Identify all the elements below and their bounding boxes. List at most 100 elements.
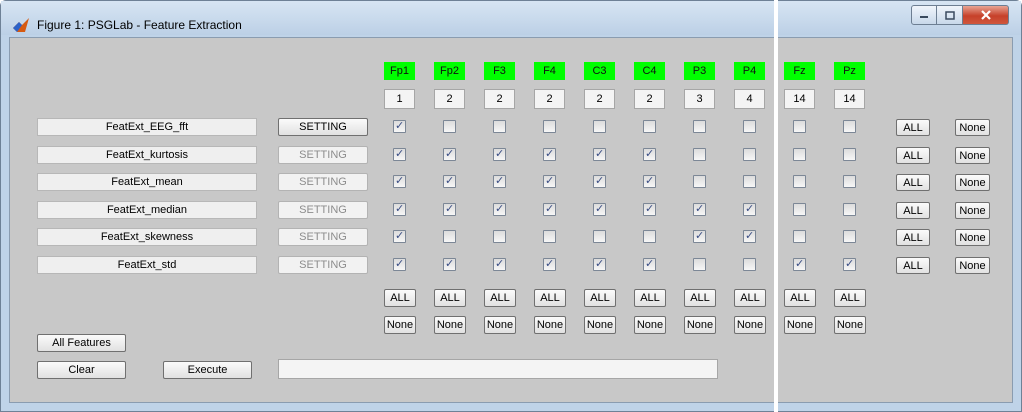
checkbox-r4-p4[interactable] (743, 229, 756, 243)
column-none-button-c4[interactable]: None (634, 316, 666, 334)
column-all-button-f3[interactable]: ALL (484, 289, 516, 307)
checkbox-r1-c4[interactable] (643, 147, 656, 161)
checkbox-r2-f4[interactable] (543, 174, 556, 188)
column-all-button-p4[interactable]: ALL (734, 289, 766, 307)
checkbox-r0-fp1[interactable] (393, 119, 406, 133)
channel-number-field-fz[interactable]: 14 (784, 89, 815, 109)
column-none-button-f4[interactable]: None (534, 316, 566, 334)
checkbox-r5-f3[interactable] (493, 257, 506, 271)
all-features-button[interactable]: All Features (37, 334, 126, 352)
checkbox-r2-f3[interactable] (493, 174, 506, 188)
checkbox-r1-pz[interactable] (843, 148, 856, 161)
checkbox-r0-fz[interactable] (793, 120, 806, 133)
checkbox-r1-fp2[interactable] (443, 147, 456, 161)
checkbox-r4-c3[interactable] (593, 230, 606, 243)
checkbox-r3-c3[interactable] (593, 202, 606, 216)
checkbox-r2-c3[interactable] (593, 174, 606, 188)
checkbox-r3-pz[interactable] (843, 203, 856, 216)
checkbox-r3-p4[interactable] (743, 202, 756, 216)
checkbox-r0-f4[interactable] (543, 120, 556, 133)
column-none-button-fz[interactable]: None (784, 316, 816, 334)
checkbox-r1-f4[interactable] (543, 147, 556, 161)
checkbox-r0-f3[interactable] (493, 120, 506, 133)
checkbox-r1-fz[interactable] (793, 148, 806, 161)
checkbox-r5-pz[interactable] (843, 257, 856, 271)
row-none-button-4[interactable]: None (955, 229, 990, 246)
channel-number-field-pz[interactable]: 14 (834, 89, 865, 109)
minimize-button[interactable] (911, 5, 937, 25)
column-none-button-c3[interactable]: None (584, 316, 616, 334)
checkbox-r5-fp1[interactable] (393, 257, 406, 271)
column-all-button-fp1[interactable]: ALL (384, 289, 416, 307)
checkbox-r0-pz[interactable] (843, 120, 856, 133)
row-all-button-5[interactable]: ALL (896, 257, 930, 274)
channel-number-field-fp2[interactable]: 2 (434, 89, 465, 109)
row-all-button-3[interactable]: ALL (896, 202, 930, 219)
checkbox-r0-p4[interactable] (743, 120, 756, 133)
checkbox-r4-pz[interactable] (843, 230, 856, 243)
column-none-button-pz[interactable]: None (834, 316, 866, 334)
checkbox-r4-c4[interactable] (643, 230, 656, 243)
checkbox-r2-fp1[interactable] (393, 174, 406, 188)
checkbox-r0-fp2[interactable] (443, 120, 456, 133)
checkbox-r2-p4[interactable] (743, 175, 756, 188)
checkbox-r5-p3[interactable] (693, 258, 706, 271)
column-none-button-p3[interactable]: None (684, 316, 716, 334)
maximize-button[interactable] (937, 5, 963, 25)
checkbox-r4-p3[interactable] (693, 229, 706, 243)
row-none-button-2[interactable]: None (955, 174, 990, 191)
channel-number-field-f4[interactable]: 2 (534, 89, 565, 109)
checkbox-r3-fp2[interactable] (443, 202, 456, 216)
checkbox-r3-c4[interactable] (643, 202, 656, 216)
column-all-button-pz[interactable]: ALL (834, 289, 866, 307)
row-all-button-4[interactable]: ALL (896, 229, 930, 246)
checkbox-r1-f3[interactable] (493, 147, 506, 161)
column-all-button-c4[interactable]: ALL (634, 289, 666, 307)
checkbox-r5-c4[interactable] (643, 257, 656, 271)
column-all-button-f4[interactable]: ALL (534, 289, 566, 307)
column-none-button-p4[interactable]: None (734, 316, 766, 334)
row-all-button-0[interactable]: ALL (896, 119, 930, 136)
checkbox-r3-f3[interactable] (493, 202, 506, 216)
checkbox-r5-c3[interactable] (593, 257, 606, 271)
checkbox-r3-f4[interactable] (543, 202, 556, 216)
checkbox-r5-p4[interactable] (743, 258, 756, 271)
checkbox-r2-fp2[interactable] (443, 174, 456, 188)
checkbox-r2-fz[interactable] (793, 175, 806, 188)
checkbox-r5-fp2[interactable] (443, 257, 456, 271)
channel-number-field-p4[interactable]: 4 (734, 89, 765, 109)
column-all-button-fp2[interactable]: ALL (434, 289, 466, 307)
execute-button[interactable]: Execute (163, 361, 252, 379)
row-all-button-2[interactable]: ALL (896, 174, 930, 191)
checkbox-r3-fp1[interactable] (393, 202, 406, 216)
checkbox-r3-fz[interactable] (793, 203, 806, 216)
column-all-button-fz[interactable]: ALL (784, 289, 816, 307)
close-button[interactable] (963, 5, 1009, 25)
checkbox-r4-f4[interactable] (543, 230, 556, 243)
checkbox-r0-c3[interactable] (593, 120, 606, 133)
checkbox-r4-fp1[interactable] (393, 229, 406, 243)
checkbox-r2-p3[interactable] (693, 175, 706, 188)
checkbox-r3-p3[interactable] (693, 202, 706, 216)
checkbox-r1-p4[interactable] (743, 148, 756, 161)
row-none-button-3[interactable]: None (955, 202, 990, 219)
checkbox-r1-fp1[interactable] (393, 147, 406, 161)
channel-number-field-p3[interactable]: 3 (684, 89, 715, 109)
column-none-button-f3[interactable]: None (484, 316, 516, 334)
channel-number-field-c4[interactable]: 2 (634, 89, 665, 109)
row-none-button-5[interactable]: None (955, 257, 990, 274)
checkbox-r5-fz[interactable] (793, 257, 806, 271)
checkbox-r4-fp2[interactable] (443, 230, 456, 243)
column-all-button-p3[interactable]: ALL (684, 289, 716, 307)
row-all-button-1[interactable]: ALL (896, 147, 930, 164)
row-none-button-1[interactable]: None (955, 147, 990, 164)
checkbox-r0-c4[interactable] (643, 120, 656, 133)
checkbox-r1-p3[interactable] (693, 148, 706, 161)
column-none-button-fp2[interactable]: None (434, 316, 466, 334)
setting-button-0[interactable]: SETTING (278, 118, 368, 136)
channel-number-field-f3[interactable]: 2 (484, 89, 515, 109)
channel-number-field-c3[interactable]: 2 (584, 89, 615, 109)
channel-number-field-fp1[interactable]: 1 (384, 89, 415, 109)
checkbox-r4-f3[interactable] (493, 230, 506, 243)
checkbox-r5-f4[interactable] (543, 257, 556, 271)
